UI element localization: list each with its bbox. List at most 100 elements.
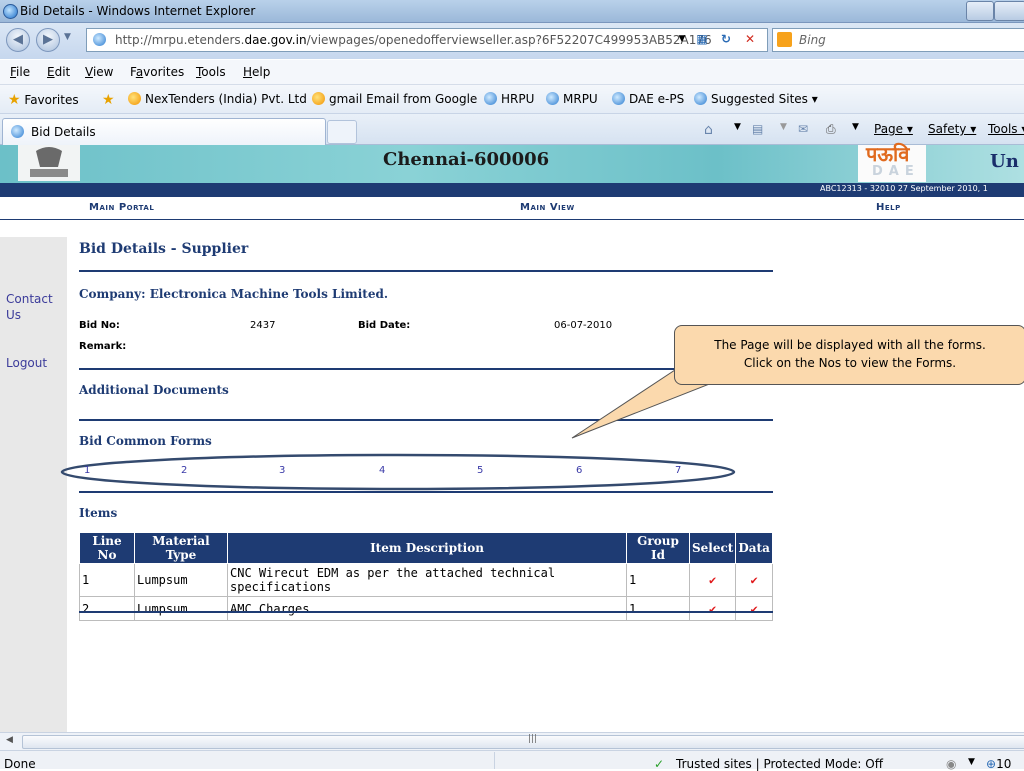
menu-favorites[interactable]: Favorites bbox=[130, 65, 184, 79]
back-button[interactable]: ◀ bbox=[6, 28, 30, 52]
select-check-icon[interactable]: ✔ bbox=[688, 596, 737, 621]
cell-line-no: 2 bbox=[79, 596, 135, 621]
zoom-control[interactable]: ⊕10 bbox=[986, 757, 1011, 771]
compatibility-view-icon[interactable]: ▦ bbox=[693, 31, 711, 47]
fav-link-gmail[interactable]: gmail Email from Google bbox=[312, 92, 477, 106]
favorites-button[interactable]: ★ Favorites bbox=[8, 92, 79, 108]
forward-button[interactable]: ▶ bbox=[36, 28, 60, 52]
highlight-ellipse bbox=[60, 453, 736, 491]
table-header-row: Line No Material Type Item Description G… bbox=[79, 532, 773, 564]
refresh-icon[interactable]: ↻ bbox=[717, 31, 735, 47]
menu-view[interactable]: View bbox=[85, 65, 113, 79]
cell-line-no: 1 bbox=[79, 563, 135, 597]
status-text: Done bbox=[4, 757, 36, 771]
bid-date-value: 06-07-2010 bbox=[554, 320, 613, 331]
fav-link-dae-eps[interactable]: DAE e-PS bbox=[612, 92, 684, 106]
ie-page-icon bbox=[694, 92, 707, 105]
zone-dropdown-icon[interactable]: ▼ bbox=[968, 757, 975, 767]
feeds-icon[interactable]: ▤ bbox=[752, 122, 763, 136]
tab-bid-details[interactable]: Bid Details bbox=[2, 118, 326, 145]
form-link-7[interactable]: 7 bbox=[675, 465, 681, 476]
cell-group-id: 1 bbox=[626, 563, 690, 597]
home-icon[interactable]: ⌂ bbox=[704, 122, 713, 138]
col-select: Select bbox=[688, 532, 737, 564]
dae-logo: पऊवि DAE bbox=[858, 143, 926, 182]
fav-link-hrpu[interactable]: HRPU bbox=[484, 92, 534, 106]
items-heading: Items bbox=[79, 506, 118, 520]
page-title: Bid Details - Supplier bbox=[79, 241, 249, 257]
page-menu[interactable]: Page ▾ bbox=[874, 122, 913, 136]
maximize-button[interactable] bbox=[994, 1, 1024, 21]
url-text[interactable]: http://mrpu.etenders.dae.gov.in/viewpage… bbox=[115, 33, 712, 47]
nav-main-view[interactable]: Main View bbox=[520, 202, 575, 213]
address-bar[interactable]: http://mrpu.etenders.dae.gov.in/viewpage… bbox=[86, 28, 768, 52]
address-dropdown-icon[interactable]: ▼ bbox=[673, 31, 691, 47]
national-emblem-logo bbox=[18, 145, 80, 181]
company-name: Company: Electronica Machine Tools Limit… bbox=[79, 287, 389, 301]
cell-material-type: Lumpsum bbox=[134, 563, 228, 597]
items-table: Line No Material Type Item Description G… bbox=[79, 532, 773, 621]
window-title: Bid Details - Windows Internet Explorer bbox=[20, 4, 256, 18]
banner-city: Chennai-600006 bbox=[383, 149, 550, 170]
fav-link-mrpu[interactable]: MRPU bbox=[546, 92, 598, 106]
banner-title-fragment: Un bbox=[990, 151, 1019, 172]
form-link-4[interactable]: 4 bbox=[379, 465, 385, 476]
history-dropdown-icon[interactable]: ▼ bbox=[64, 32, 71, 42]
sidebar-logout[interactable]: Logout bbox=[6, 355, 47, 371]
select-check-icon[interactable]: ✔ bbox=[688, 563, 737, 597]
new-tab-button[interactable] bbox=[327, 120, 357, 144]
col-data: Data bbox=[735, 532, 773, 564]
print-dropdown-icon[interactable]: ▼ bbox=[852, 122, 859, 132]
menu-help[interactable]: Help bbox=[243, 65, 270, 79]
form-link-3[interactable]: 3 bbox=[279, 465, 285, 476]
remark-label: Remark: bbox=[79, 341, 127, 352]
security-zone[interactable]: Trusted sites | Protected Mode: Off bbox=[676, 757, 883, 771]
tools-menu[interactable]: Tools ▾ bbox=[988, 122, 1024, 136]
scroll-left-icon[interactable]: ◀ bbox=[6, 735, 13, 745]
callout-box: The Page will be displayed with all the … bbox=[674, 325, 1024, 385]
divider bbox=[79, 611, 773, 613]
data-check-icon[interactable]: ✔ bbox=[735, 596, 773, 621]
horizontal-scrollbar[interactable]: ◀ ||| bbox=[0, 732, 1024, 750]
fav-link-nextenders[interactable]: NexTenders (India) Pvt. Ltd bbox=[128, 92, 307, 106]
mail-icon[interactable]: ✉ bbox=[798, 122, 808, 136]
home-dropdown-icon[interactable]: ▼ bbox=[734, 122, 741, 132]
table-row: 2 Lumpsum AMC Charges 1 ✔ ✔ bbox=[79, 596, 773, 621]
cell-material-type: Lumpsum bbox=[134, 596, 228, 621]
favorites-star-icon: ★ bbox=[8, 92, 21, 108]
status-separators bbox=[494, 752, 645, 769]
trusted-check-icon: ✓ bbox=[654, 757, 665, 771]
ie-page-icon bbox=[546, 92, 559, 105]
data-check-icon[interactable]: ✔ bbox=[735, 563, 773, 597]
menu-tools[interactable]: Tools bbox=[196, 65, 226, 79]
menu-bar: File Edit View Favorites Tools Help bbox=[0, 60, 1024, 85]
menu-file[interactable]: File bbox=[10, 65, 30, 79]
cell-group-id: 1 bbox=[626, 596, 690, 621]
search-input[interactable]: Bing bbox=[799, 33, 826, 47]
scroll-thumb[interactable] bbox=[22, 735, 1024, 749]
feeds-dropdown-icon[interactable]: ▼ bbox=[780, 122, 787, 132]
window-title-bar: Bid Details - Windows Internet Explorer bbox=[0, 0, 1024, 23]
form-link-5[interactable]: 5 bbox=[477, 465, 483, 476]
form-link-6[interactable]: 6 bbox=[576, 465, 582, 476]
form-link-2[interactable]: 2 bbox=[181, 465, 187, 476]
col-line-no: Line No bbox=[79, 532, 135, 564]
nav-help[interactable]: Help bbox=[876, 202, 901, 213]
safety-menu[interactable]: Safety ▾ bbox=[928, 122, 976, 136]
print-icon[interactable]: ⎙ bbox=[826, 122, 836, 137]
sidebar-contact-us[interactable]: Contact Us bbox=[6, 291, 62, 323]
search-box[interactable]: Bing bbox=[772, 28, 1024, 52]
menu-edit[interactable]: Edit bbox=[47, 65, 70, 79]
navigation-bar: ◀ ▶ ▼ http://mrpu.etenders.dae.gov.in/vi… bbox=[0, 23, 1024, 59]
bid-date-label: Bid Date: bbox=[358, 320, 411, 331]
protected-mode-icon[interactable]: ◉ bbox=[946, 757, 956, 771]
add-to-favorites-icon[interactable]: ★ bbox=[102, 92, 115, 108]
fav-link-suggested-sites[interactable]: Suggested Sites ▾ bbox=[694, 92, 818, 106]
form-link-1[interactable]: 1 bbox=[84, 465, 90, 476]
minimize-button[interactable] bbox=[966, 1, 994, 21]
col-material-type: Material Type bbox=[134, 532, 228, 564]
stop-icon[interactable]: ✕ bbox=[741, 31, 759, 47]
ie-logo-icon bbox=[3, 4, 18, 19]
nav-main-portal[interactable]: Main Portal bbox=[89, 202, 154, 213]
cell-item-description: AMC Charges bbox=[227, 596, 627, 621]
